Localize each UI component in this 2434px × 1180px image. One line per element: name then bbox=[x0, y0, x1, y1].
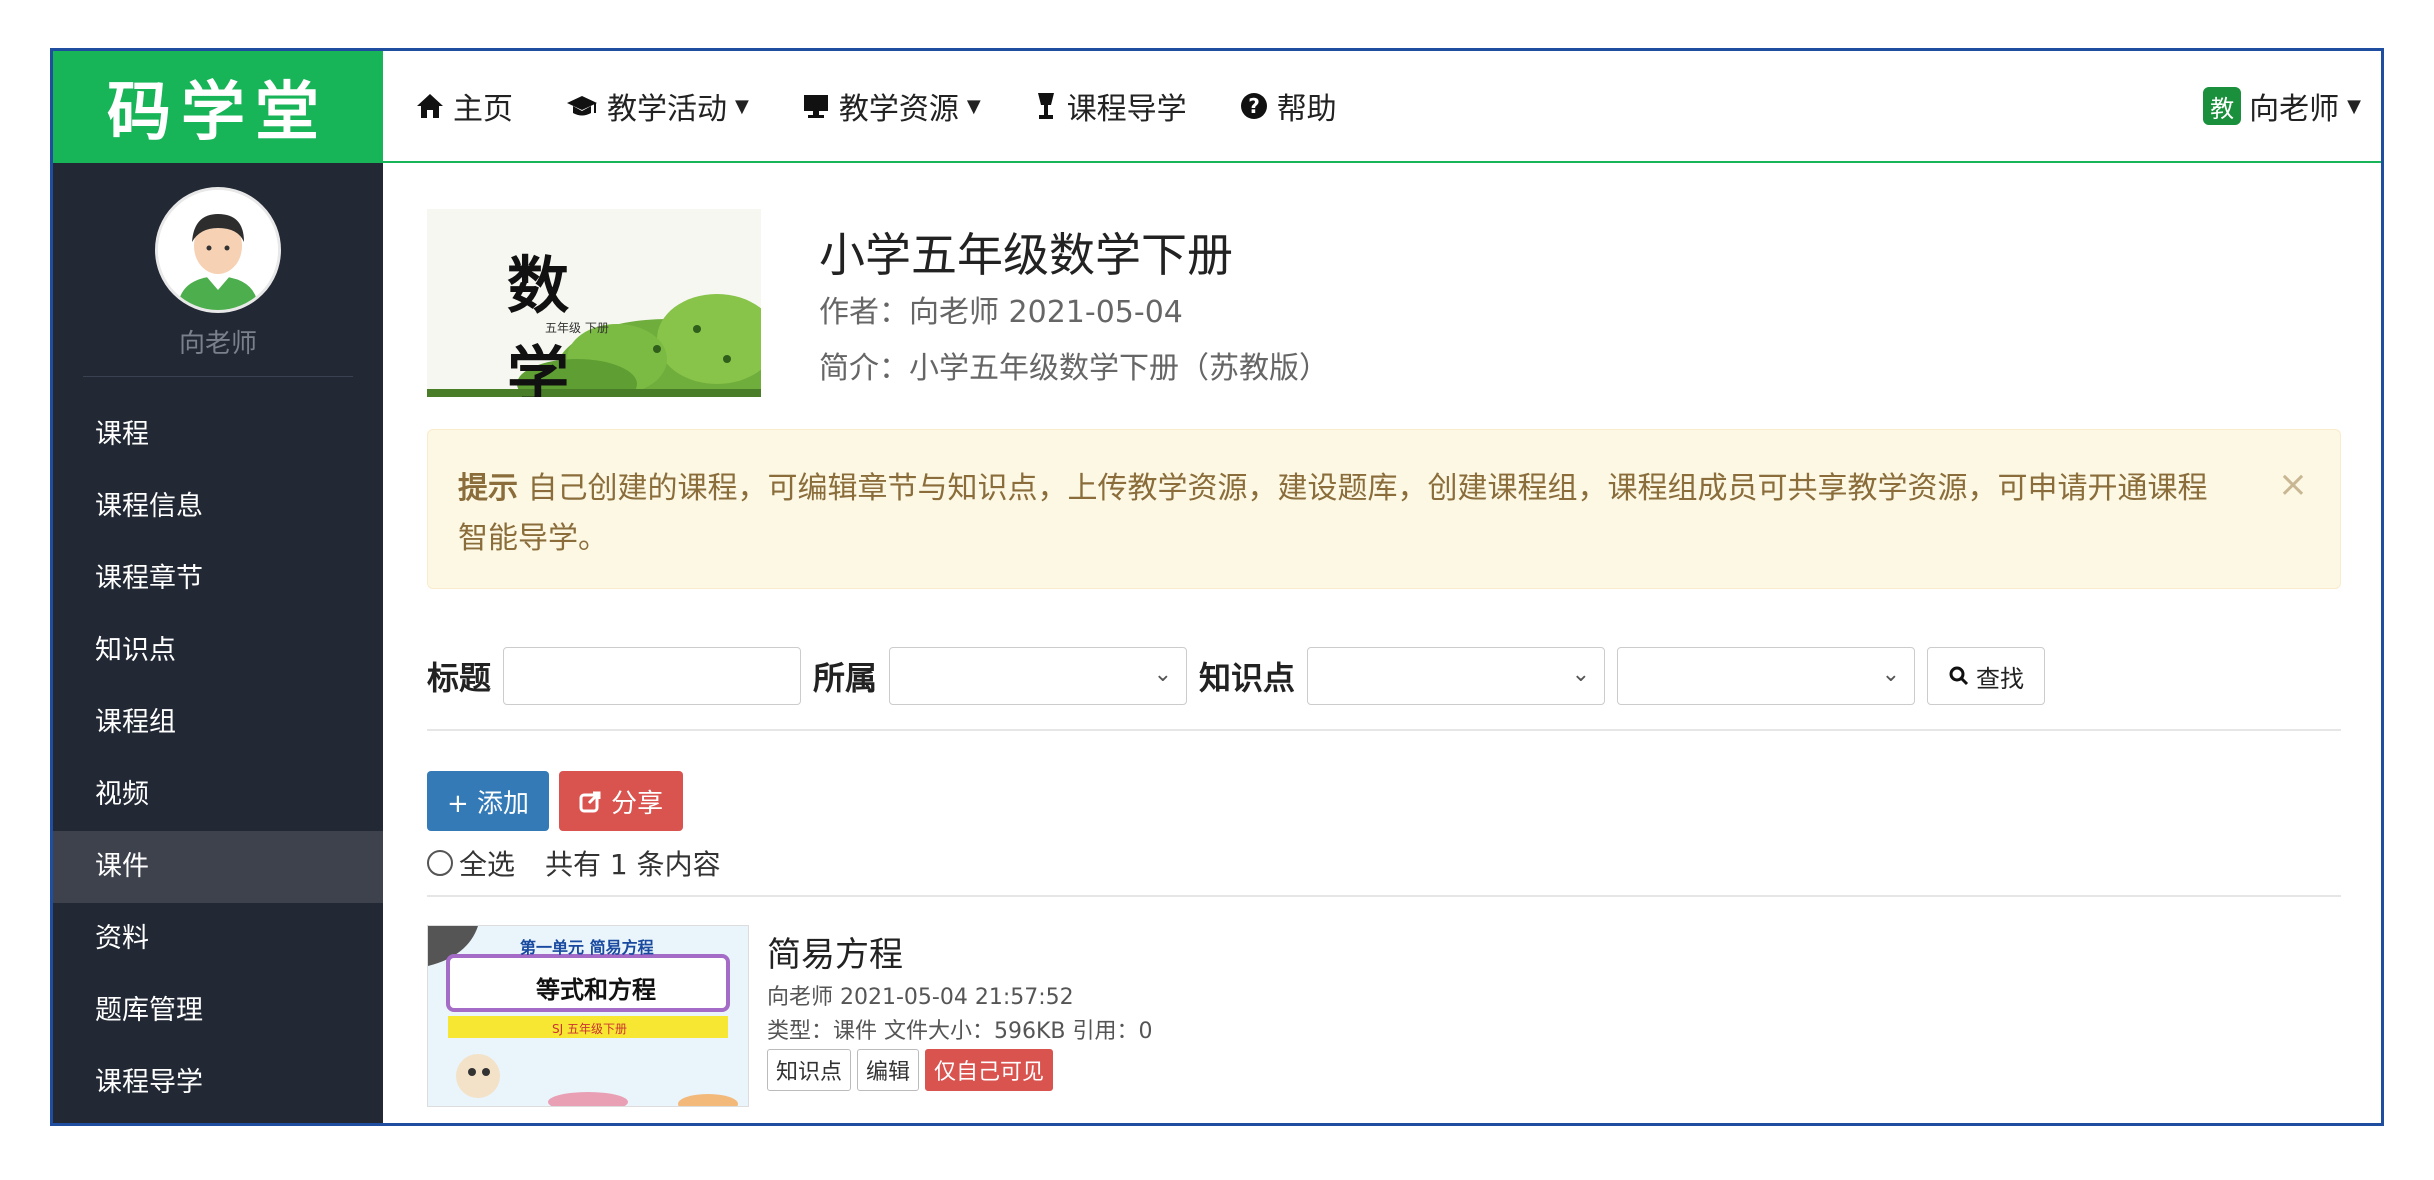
select-row: 全选 共有 1 条内容 bbox=[427, 843, 2341, 883]
nav-teaching-resources-label: 教学资源 bbox=[838, 92, 959, 127]
share-icon bbox=[579, 789, 603, 813]
action-buttons: + 添加 分享 bbox=[427, 771, 2341, 831]
nav-teaching-activities[interactable]: 教学活动 ▼ bbox=[565, 84, 749, 128]
profile-divider bbox=[83, 376, 353, 377]
sidebar-item-course[interactable]: 课程 bbox=[53, 399, 383, 471]
select-all-radio[interactable] bbox=[427, 850, 453, 876]
home-icon bbox=[415, 91, 445, 121]
divider bbox=[427, 895, 2341, 897]
item-count: 共有 1 条内容 bbox=[545, 848, 721, 881]
nav-teaching-activities-label: 教学活动 bbox=[607, 92, 727, 127]
avatar[interactable] bbox=[155, 187, 281, 313]
course-cover[interactable]: 数 学 五年级 下册 bbox=[427, 209, 761, 397]
sidebar-item-materials[interactable]: 资料 bbox=[53, 903, 383, 975]
nav-home-label: 主页 bbox=[453, 92, 513, 127]
course-meta: 作者：向老师 2021-05-04 bbox=[819, 295, 1183, 330]
sidebar-item-courseware[interactable]: 课件 bbox=[53, 831, 383, 903]
item-tags: 知识点 编辑 仅自己可见 bbox=[767, 1049, 1059, 1091]
monitor-icon bbox=[801, 91, 831, 121]
chevron-down-icon: ⌄ bbox=[1153, 662, 1173, 687]
nav-course-guide[interactable]: 课程导学 bbox=[1033, 84, 1187, 128]
nav-course-guide-label: 课程导学 bbox=[1066, 92, 1187, 127]
role-badge: 教 bbox=[2203, 87, 2242, 125]
sidebar: 码学堂 向老师 课程 课程信息 课程章节 知识点 课程组 视频 课件 资料 题库… bbox=[53, 51, 383, 1123]
top-navbar: 主页 教学活动 ▼ 教学资源 ▼ 课程导学 ? 帮助 教 向老师 ▼ bbox=[383, 51, 2381, 163]
thumbnail-unit: 第一单元 简易方程 bbox=[520, 938, 654, 957]
add-button[interactable]: + 添加 bbox=[427, 771, 550, 831]
visibility-badge[interactable]: 仅自己可见 bbox=[925, 1049, 1054, 1091]
course-description: 简介：小学五年级数学下册（苏教版） bbox=[819, 351, 1329, 386]
alert-text: 自己创建的课程，可编辑章节与知识点，上传教学资源，建设题库，创建课程组，课程组成… bbox=[458, 471, 2208, 556]
cover-title: 数 学 bbox=[507, 249, 610, 397]
main-content: 数 学 五年级 下册 小学五年级数学下册 作者：向老师 2021-05-04 简… bbox=[383, 163, 2381, 1123]
sidebar-item-course-guide[interactable]: 课程导学 bbox=[53, 1047, 383, 1119]
cover-subtitle: 五年级 下册 bbox=[545, 321, 609, 335]
alert-title: 提示 bbox=[458, 471, 518, 506]
sidebar-item-question-bank[interactable]: 题库管理 bbox=[53, 975, 383, 1047]
sidebar-item-video[interactable]: 视频 bbox=[53, 759, 383, 831]
belong-select[interactable]: ⌄ bbox=[889, 647, 1188, 705]
filter-bar: 标题 所属 ⌄ 知识点 ⌄ ⌄ 查找 bbox=[427, 645, 2341, 707]
nav-teaching-resources[interactable]: 教学资源 ▼ bbox=[801, 84, 981, 128]
item-meta: 向老师 2021-05-04 21:57:52 bbox=[767, 985, 1074, 1010]
courseware-thumbnail[interactable]: 第一单元 简易方程 等式和方程 SJ 五年级下册 bbox=[427, 925, 749, 1107]
belong-filter-label: 所属 bbox=[813, 659, 878, 697]
edit-tag[interactable]: 编辑 bbox=[857, 1049, 920, 1091]
brand-logo[interactable]: 码学堂 bbox=[53, 51, 383, 163]
search-icon bbox=[1948, 665, 1970, 687]
sidebar-item-course-group[interactable]: 课程组 bbox=[53, 687, 383, 759]
profile: 向老师 bbox=[53, 163, 383, 377]
knowledge-filter-label: 知识点 bbox=[1199, 659, 1296, 697]
share-button-label: 分享 bbox=[611, 788, 664, 819]
lamp-icon bbox=[1033, 91, 1059, 121]
divider bbox=[427, 729, 2341, 731]
course-header: 数 学 五年级 下册 小学五年级数学下册 作者：向老师 2021-05-04 简… bbox=[427, 163, 2341, 397]
svg-text:?: ? bbox=[1248, 94, 1260, 118]
knowledge-select-1[interactable]: ⌄ bbox=[1307, 647, 1606, 705]
thumbnail-title: 等式和方程 bbox=[536, 976, 656, 1004]
knowledge-point-tag[interactable]: 知识点 bbox=[767, 1049, 852, 1091]
sidebar-item-chapters[interactable]: 课程章节 bbox=[53, 543, 383, 615]
graduation-cap-icon bbox=[565, 91, 599, 121]
caret-down-icon: ▼ bbox=[735, 95, 749, 117]
caret-down-icon: ▼ bbox=[966, 95, 981, 117]
knowledge-select-2[interactable]: ⌄ bbox=[1617, 647, 1916, 705]
nav-home[interactable]: 主页 bbox=[415, 84, 513, 128]
item-title[interactable]: 简易方程 bbox=[767, 927, 903, 976]
user-name: 向老师 bbox=[2249, 92, 2340, 127]
caret-down-icon: ▼ bbox=[2347, 95, 2361, 117]
sidebar-menu: 课程 课程信息 课程章节 知识点 课程组 视频 课件 资料 题库管理 课程导学 bbox=[53, 399, 383, 1119]
chevron-down-icon: ⌄ bbox=[1881, 662, 1901, 687]
chevron-down-icon: ⌄ bbox=[1571, 662, 1591, 687]
title-filter-input[interactable] bbox=[503, 647, 802, 705]
share-button[interactable]: 分享 bbox=[559, 771, 684, 831]
list-item: 第一单元 简易方程 等式和方程 SJ 五年级下册 简易方程 向老师 2021-0… bbox=[427, 925, 2341, 1123]
nav-help[interactable]: ? 帮助 bbox=[1239, 84, 1337, 128]
thumbnail-subtitle: SJ 五年级下册 bbox=[552, 1022, 627, 1036]
course-title: 小学五年级数学下册 bbox=[819, 228, 1233, 282]
item-info: 类型：课件 文件大小：596KB 引用：0 bbox=[767, 1019, 1153, 1044]
search-button-label: 查找 bbox=[1976, 664, 2025, 693]
app-window: 码学堂 向老师 课程 课程信息 课程章节 知识点 课程组 视频 课件 资料 题库… bbox=[50, 48, 2384, 1126]
avatar-icon bbox=[158, 190, 278, 310]
tip-alert: 提示 自己创建的课程，可编辑章节与知识点，上传教学资源，建设题库，创建课程组，课… bbox=[427, 429, 2341, 589]
select-all-label[interactable]: 全选 bbox=[459, 843, 515, 883]
close-icon[interactable]: × bbox=[2278, 460, 2308, 510]
profile-name: 向老师 bbox=[178, 329, 257, 359]
question-circle-icon: ? bbox=[1239, 91, 1269, 121]
sidebar-item-course-info[interactable]: 课程信息 bbox=[53, 471, 383, 543]
search-button[interactable]: 查找 bbox=[1927, 647, 2046, 705]
title-filter-label: 标题 bbox=[427, 659, 492, 697]
nav-help-label: 帮助 bbox=[1276, 92, 1337, 127]
sidebar-item-knowledge-points[interactable]: 知识点 bbox=[53, 615, 383, 687]
user-menu[interactable]: 教 向老师 ▼ bbox=[2203, 84, 2361, 128]
